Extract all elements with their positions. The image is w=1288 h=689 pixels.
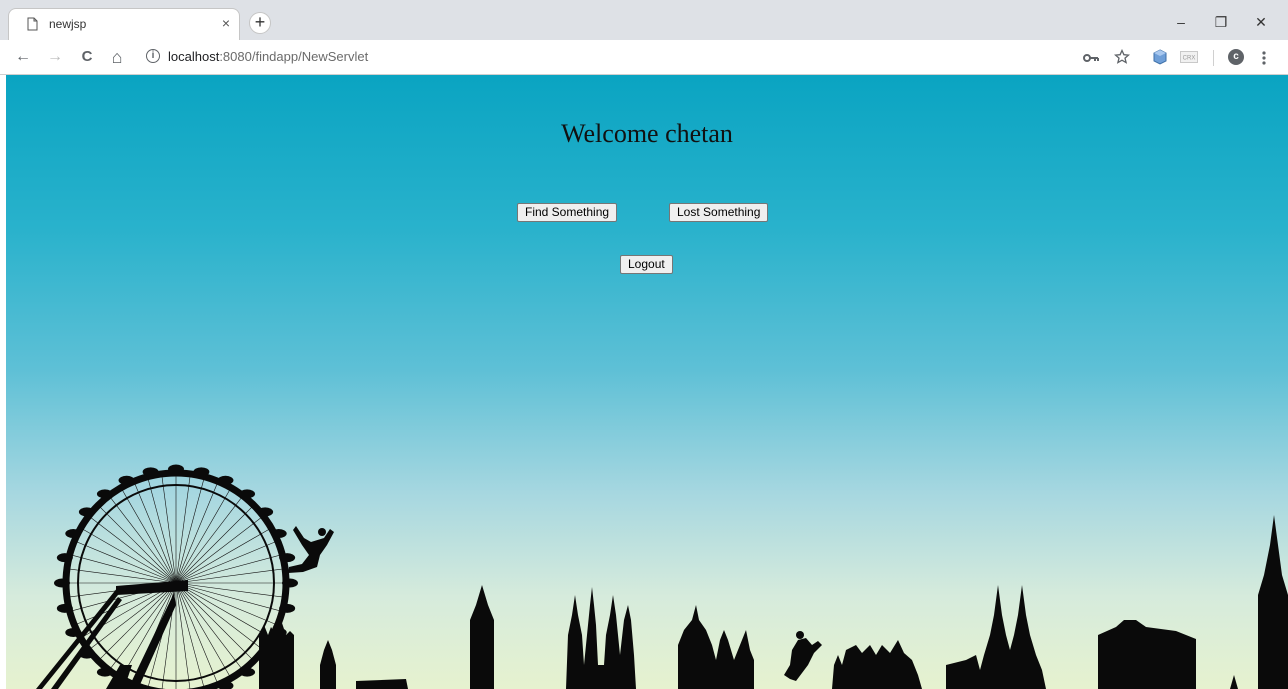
ferris-wheel-pod xyxy=(142,467,159,477)
ferris-wheel-pod xyxy=(282,578,298,588)
ferris-wheel-pod xyxy=(65,529,82,539)
ferris-wheel-pod xyxy=(193,467,210,477)
close-window-button[interactable]: ✕ xyxy=(1241,8,1281,36)
tab-strip: newjsp × + – ❐ ✕ xyxy=(0,0,1288,40)
ferris-wheel-pod xyxy=(217,475,234,485)
forward-button[interactable]: → xyxy=(44,46,66,68)
extension-cube-icon[interactable] xyxy=(1152,49,1168,65)
profile-icon[interactable]: c xyxy=(1228,49,1244,65)
address-bar[interactable]: i localhost:8080/findapp/NewServlet xyxy=(136,44,1096,71)
svg-text:CRX: CRX xyxy=(1183,56,1196,62)
find-something-button[interactable]: Find Something xyxy=(517,203,618,222)
ferris-wheel-pod xyxy=(56,553,73,563)
welcome-heading: Welcome chetan xyxy=(561,119,733,148)
page-icon xyxy=(27,17,38,31)
ferris-wheel-pod xyxy=(96,667,113,677)
logout-button[interactable]: Logout xyxy=(620,255,673,274)
new-tab-button[interactable]: + xyxy=(249,12,271,34)
ferris-wheel-pod xyxy=(270,529,287,539)
minimize-button[interactable]: – xyxy=(1161,8,1201,36)
restore-button[interactable]: ❐ xyxy=(1201,8,1241,36)
ferris-wheel-pod xyxy=(239,667,256,677)
ferris-wheel-pod xyxy=(54,578,70,588)
ferris-wheel-pod xyxy=(279,603,296,613)
star-icon[interactable] xyxy=(1114,49,1130,65)
toolbar-divider xyxy=(1213,50,1214,66)
ferris-wheel-pod xyxy=(118,475,135,485)
running-person-silhouette xyxy=(784,638,822,681)
info-icon[interactable]: i xyxy=(146,49,160,63)
url-path: :8080/findapp/NewServlet xyxy=(219,49,369,64)
ferris-wheel-pod xyxy=(56,603,73,613)
menu-icon[interactable] xyxy=(1262,50,1266,66)
url-text[interactable]: localhost:8080/findapp/NewServlet xyxy=(168,49,368,64)
city-skyline-illustration xyxy=(36,464,1288,689)
browser-tab[interactable]: newjsp × xyxy=(8,8,240,40)
ferris-wheel-pod xyxy=(279,553,296,563)
browser-toolbar: ← → C ⌂ i localhost:8080/findapp/NewServ… xyxy=(0,40,1288,75)
reload-button[interactable]: C xyxy=(76,46,98,68)
tab-title: newjsp xyxy=(49,17,87,31)
ferris-wheel-pod xyxy=(239,489,256,499)
jumping-person-silhouette xyxy=(288,526,334,573)
ferris-wheel-pod xyxy=(78,507,95,517)
ferris-wheel-pod xyxy=(65,627,82,637)
ferris-wheel-pod xyxy=(257,507,274,517)
url-host: localhost xyxy=(168,49,220,64)
ferris-wheel-pod xyxy=(168,464,184,474)
lost-something-button[interactable]: Lost Something xyxy=(669,203,769,222)
page-content: Welcome chetan Find Something Lost Somet… xyxy=(6,75,1288,689)
ferris-wheel-pod xyxy=(96,489,113,499)
tab-close-icon[interactable]: × xyxy=(217,14,235,32)
ferris-wheel xyxy=(36,464,298,689)
key-icon[interactable] xyxy=(1083,53,1099,63)
crx-extension-icon[interactable]: CRX xyxy=(1180,51,1198,63)
home-button[interactable]: ⌂ xyxy=(106,46,128,68)
back-button[interactable]: ← xyxy=(12,46,34,68)
